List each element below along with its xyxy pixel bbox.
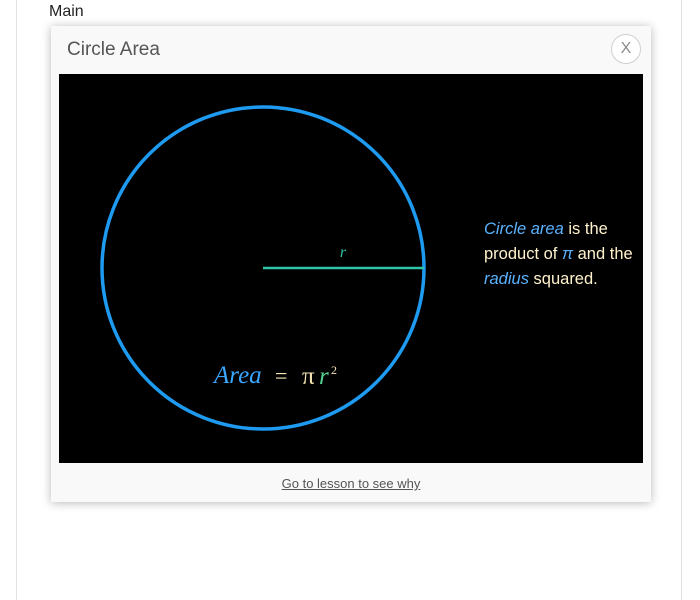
radius-label: r xyxy=(340,244,347,261)
formula-exponent: 2 xyxy=(331,363,337,377)
modal-title: Circle Area xyxy=(67,39,160,60)
caption-text-2: and the xyxy=(573,245,633,263)
formula-equals: = xyxy=(275,363,287,388)
close-button[interactable]: X xyxy=(611,34,641,64)
formula-pi: π xyxy=(302,363,315,390)
main-heading: Main xyxy=(49,3,84,20)
caption-radius: radius xyxy=(484,270,529,288)
caption-pi: π xyxy=(561,245,574,263)
caption-text-3: squared. xyxy=(528,270,598,288)
formula-area-word: Area xyxy=(212,362,262,389)
circle-area-caption: Circle area is the product of π and the … xyxy=(484,217,634,292)
caption-circle-area: Circle area xyxy=(484,220,564,238)
formula-r: r xyxy=(319,363,329,390)
circle-area-modal: Circle Area X r Area = π r 2 Circle area… xyxy=(51,26,651,502)
circle-area-illustration: r Area = π r 2 Circle area is the produc… xyxy=(59,74,643,463)
go-to-lesson-link[interactable]: Go to lesson to see why xyxy=(51,476,651,491)
